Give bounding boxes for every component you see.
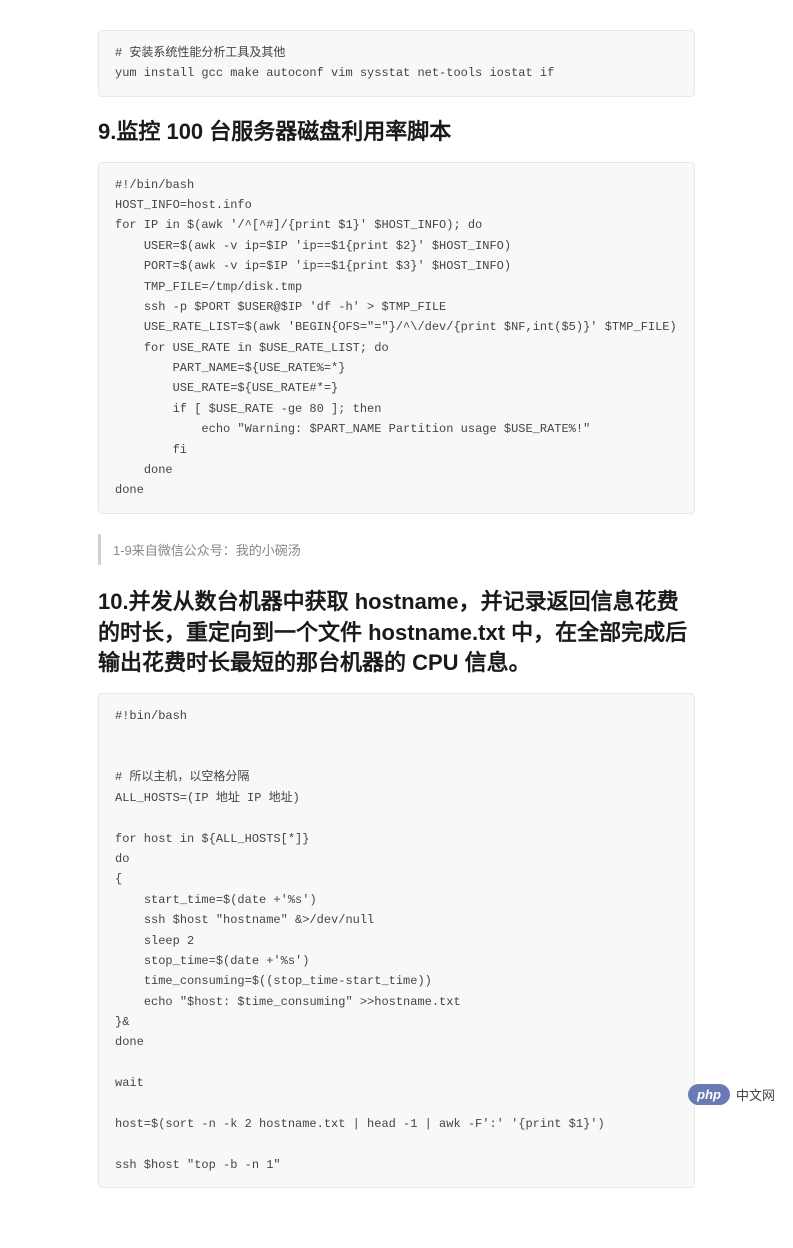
code-block-hostname: #!bin/bash # 所以主机，以空格分隔 ALL_HOSTS=(IP 地址… xyxy=(98,693,695,1188)
code-block-install: # 安装系统性能分析工具及其他 yum install gcc make aut… xyxy=(98,30,695,97)
code-block-disk-monitor: #!/bin/bash HOST_INFO=host.info for IP i… xyxy=(98,162,695,514)
footer-text: 中文网 xyxy=(736,1085,775,1104)
source-quote: 1-9来自微信公众号：我的小碗汤 xyxy=(98,534,695,565)
footer-logo: php 中文网 xyxy=(688,1084,775,1105)
php-badge-icon: php xyxy=(688,1084,730,1105)
heading-10: 10.并发从数台机器中获取 hostname，并记录返回信息花费的时长，重定向到… xyxy=(98,587,695,679)
heading-9: 9.监控 100 台服务器磁盘利用率脚本 xyxy=(98,117,695,148)
